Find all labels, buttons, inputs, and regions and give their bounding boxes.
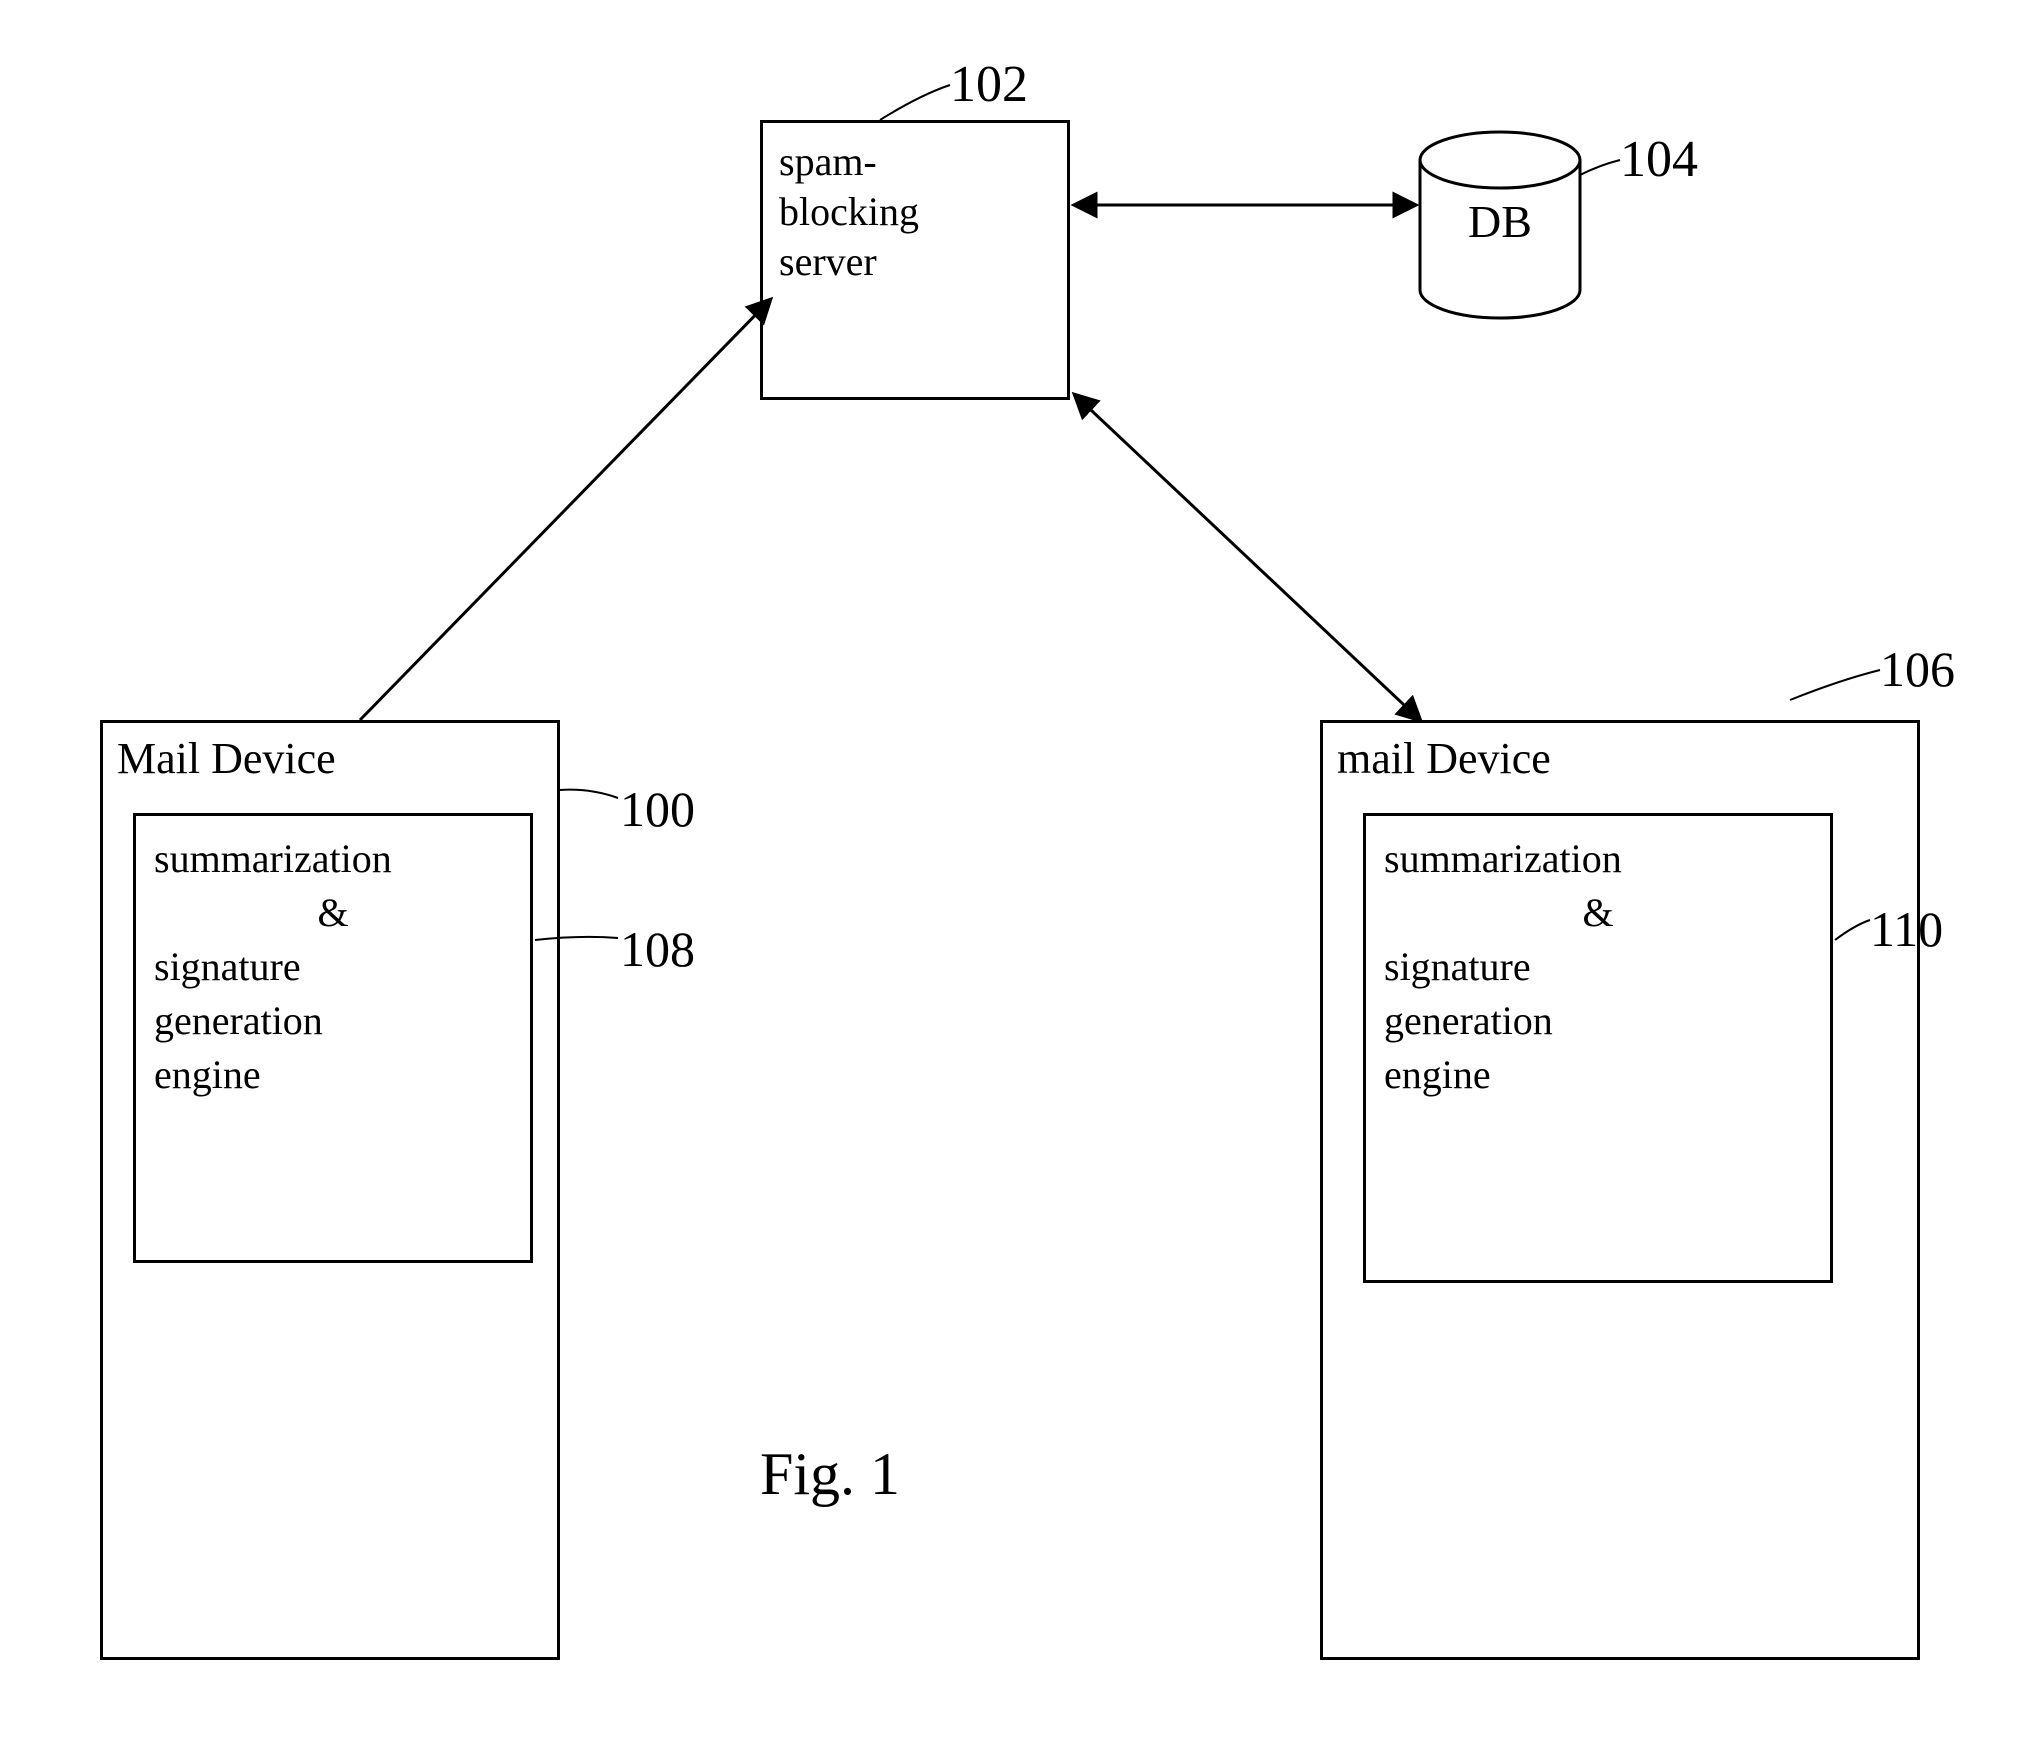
mail-left-engine-l3: signature [154,940,512,994]
mail-right-engine-text: summarization & signature generation eng… [1366,816,1830,1118]
mail-right-engine-box: summarization & signature generation eng… [1363,813,1833,1283]
server-line1: spam- [779,137,1051,187]
mail-right-engine-l4: generation [1384,994,1812,1048]
mail-right-title: mail Device [1323,723,1917,784]
mail-left-engine-box: summarization & signature generation eng… [133,813,533,1263]
mail-left-engine-l1: summarization [154,832,512,886]
mail-right-engine-l3: signature [1384,940,1812,994]
arrow-left-to-server [360,300,770,720]
mail-left-engine-l5: engine [154,1048,512,1102]
mail-right-engine-l2: & [1384,886,1812,940]
mail-left-ref-108: 108 [620,920,695,978]
server-line2: blocking [779,187,1051,237]
mail-left-engine-l4: generation [154,994,512,1048]
server-line3: server [779,237,1051,287]
mail-device-right: mail Device summarization & signature ge… [1320,720,1920,1660]
figure-label: Fig. 1 [760,1440,900,1509]
server-ref-label: 102 [950,55,1028,114]
db-ref-label: 104 [1620,130,1698,189]
mail-left-title: Mail Device [103,723,557,784]
diagram-canvas: spam- blocking server 102 DB 104 Mail De… [0,0,2017,1737]
mail-device-left: Mail Device summarization & signature ge… [100,720,560,1660]
mail-right-engine-l5: engine [1384,1048,1812,1102]
mail-right-ref-106: 106 [1880,640,1955,698]
mail-left-engine-l2: & [154,886,512,940]
mail-left-ref-100: 100 [620,780,695,838]
mail-left-engine-text: summarization & signature generation eng… [136,816,530,1118]
mail-right-ref-110: 110 [1870,900,1943,958]
spam-server-box: spam- blocking server [760,120,1070,400]
arrow-server-right [1075,395,1420,720]
mail-right-engine-l1: summarization [1384,832,1812,886]
spam-server-text: spam- blocking server [763,123,1067,301]
db-label: DB [1468,195,1532,248]
